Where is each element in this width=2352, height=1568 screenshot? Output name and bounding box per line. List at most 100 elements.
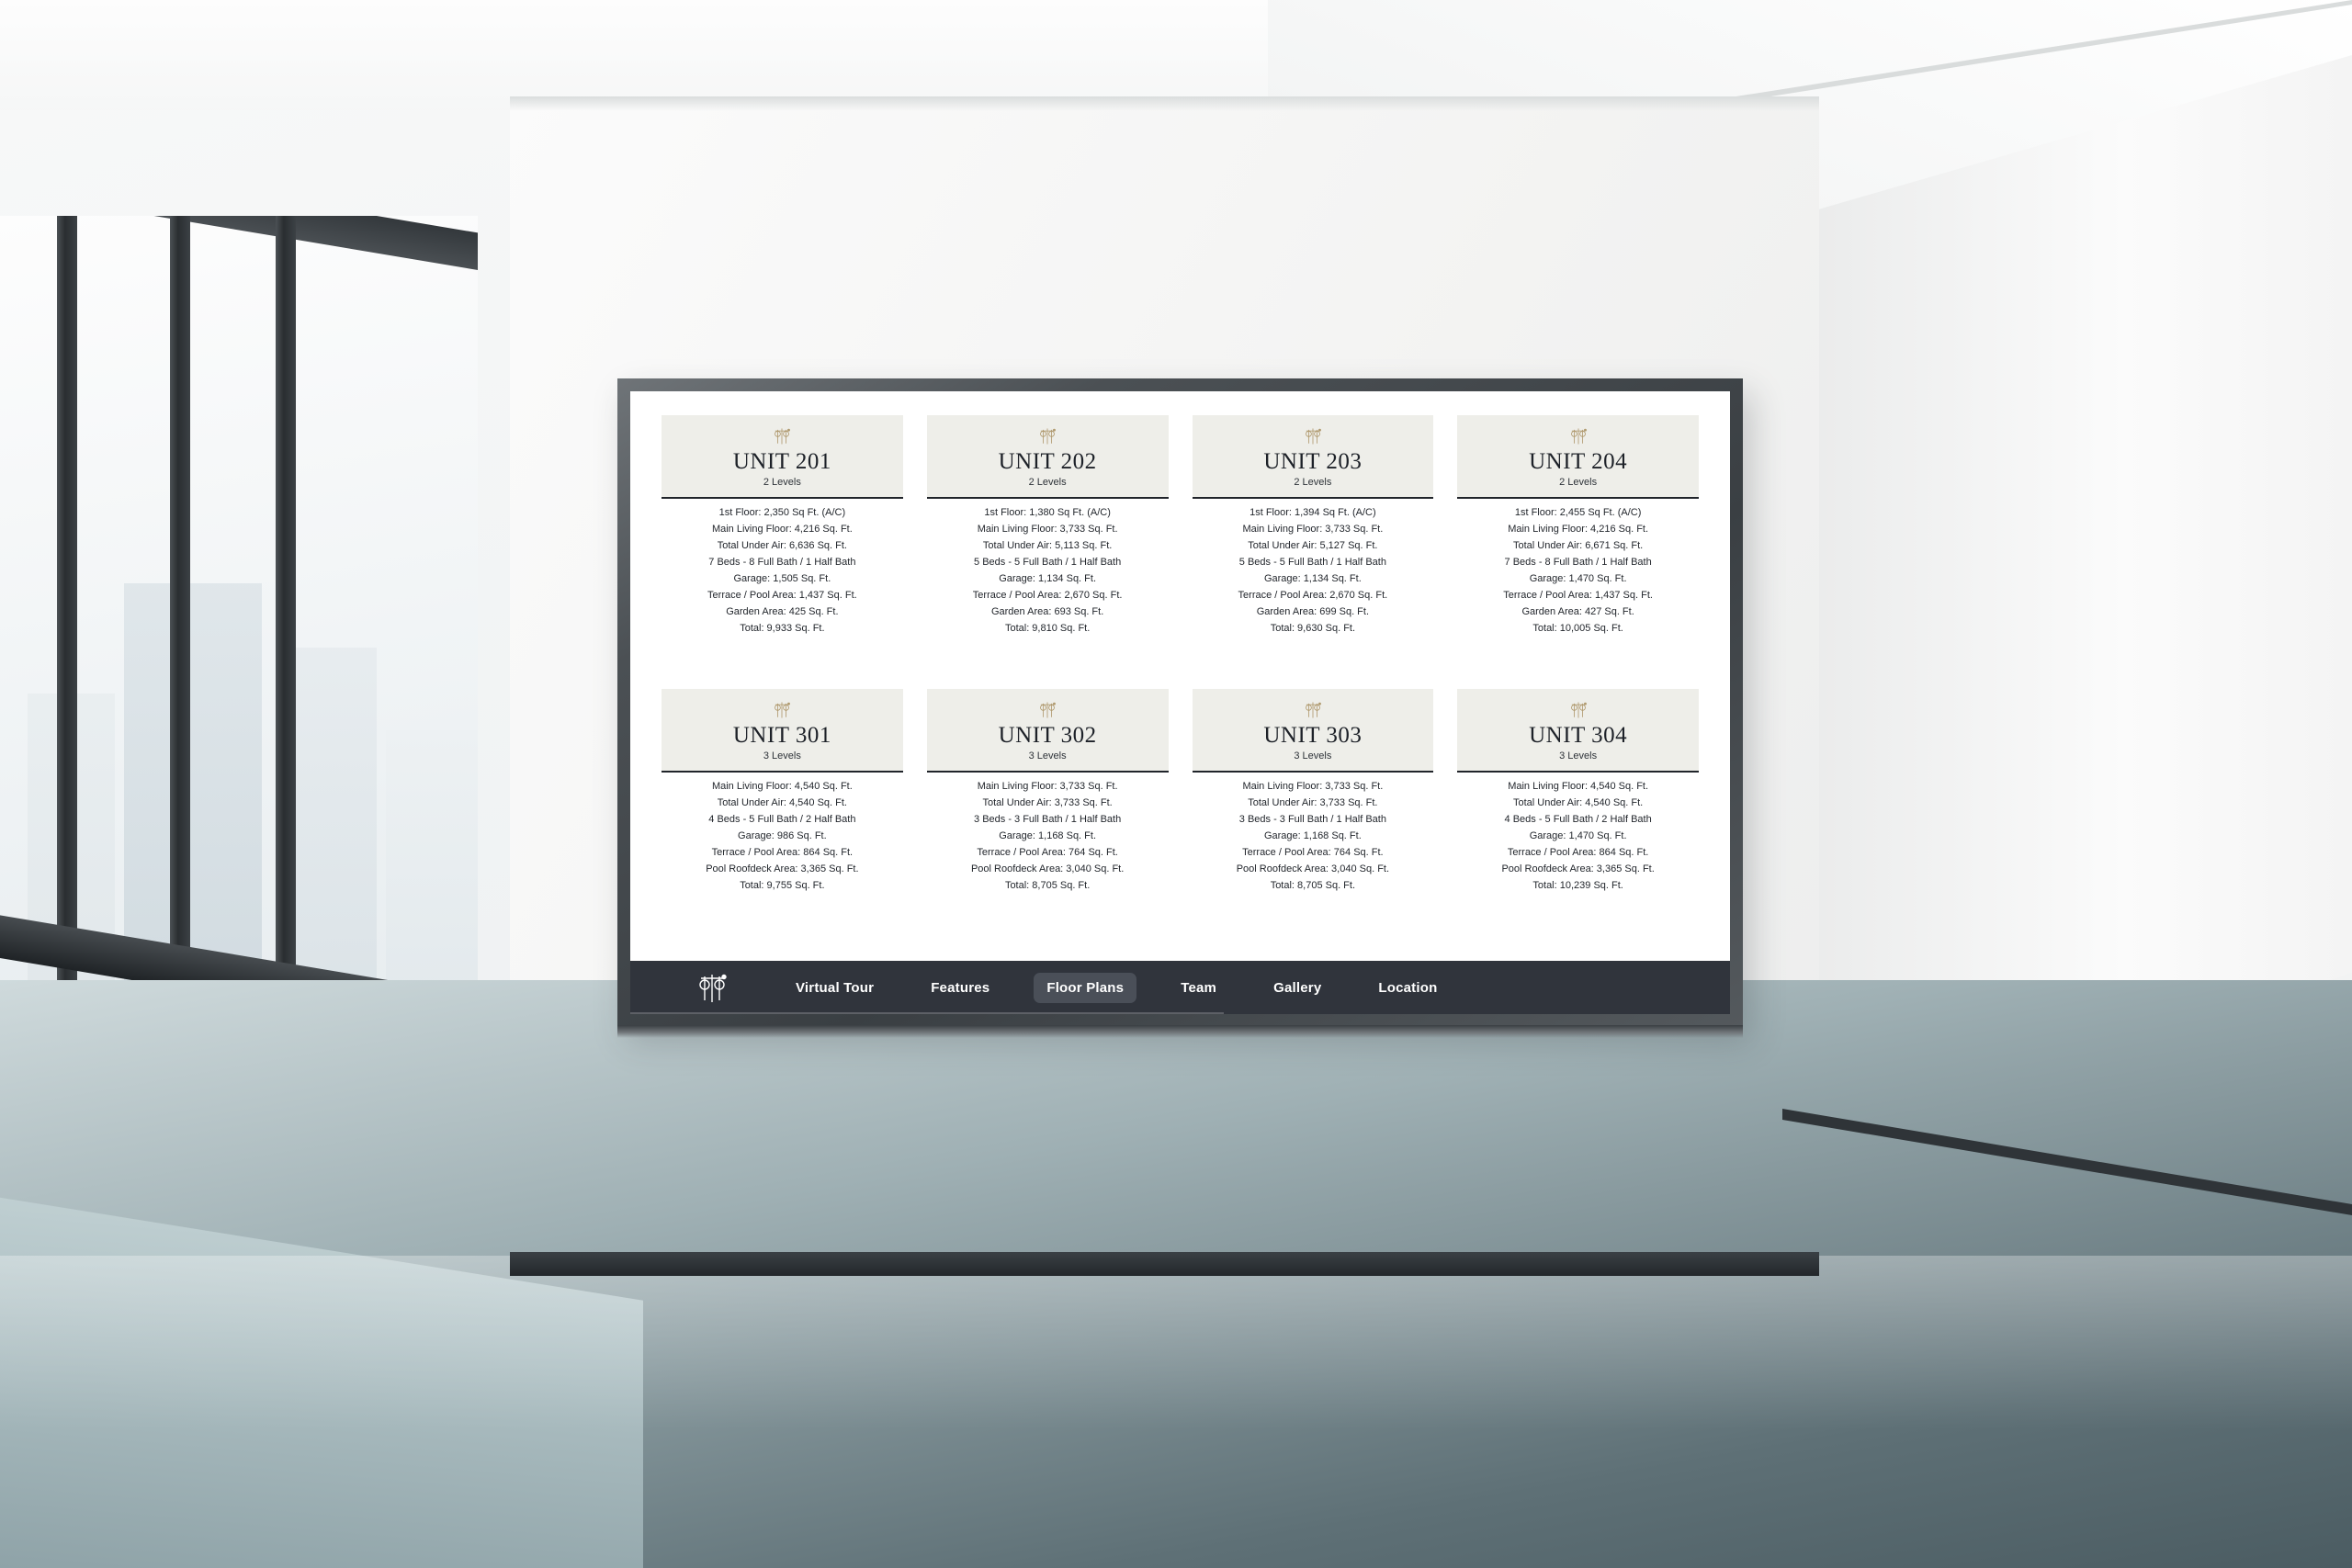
unit-spec-total: Total: 10,239 Sq. Ft. xyxy=(1532,880,1623,892)
back-wall-top-shadow xyxy=(510,96,1819,111)
unit-spec-line: Total Under Air: 3,733 Sq. Ft. xyxy=(982,797,1113,809)
unit-spec-line: 4 Beds - 5 Full Bath / 2 Half Bath xyxy=(708,814,856,826)
unit-spec-line: Garden Area: 425 Sq. Ft. xyxy=(726,606,839,618)
display-frame: UNIT 201 2 Levels 1st Floor: 2,350 Sq Ft… xyxy=(617,378,1743,1038)
unit-specs: 1st Floor: 2,455 Sq Ft. (A/C) Main Livin… xyxy=(1503,499,1653,637)
unit-card-302[interactable]: UNIT 302 3 Levels Main Living Floor: 3,7… xyxy=(926,689,1169,957)
unit-card-header: UNIT 203 2 Levels xyxy=(1192,415,1434,500)
unit-card-header: UNIT 202 2 Levels xyxy=(926,415,1169,500)
unit-spec-line: Main Living Floor: 3,733 Sq. Ft. xyxy=(1242,781,1384,793)
unit-levels: 3 Levels xyxy=(763,750,801,762)
unit-spec-line: Total Under Air: 5,113 Sq. Ft. xyxy=(982,540,1113,552)
unit-spec-line: 7 Beds - 8 Full Bath / 1 Half Bath xyxy=(708,557,856,569)
unit-spec-line: 1st Floor: 1,394 Sq Ft. (A/C) xyxy=(1250,507,1376,519)
unit-spec-line: 1st Floor: 2,350 Sq Ft. (A/C) xyxy=(718,507,846,519)
unit-spec-line: Main Living Floor: 3,733 Sq. Ft. xyxy=(977,781,1118,793)
monogram-logo-icon xyxy=(1040,702,1057,718)
monogram-logo-icon[interactable] xyxy=(693,969,731,1006)
unit-card-header: UNIT 301 3 Levels xyxy=(662,689,903,773)
unit-spec-line: Terrace / Pool Area: 2,670 Sq. Ft. xyxy=(972,590,1123,602)
unit-spec-line: Garage: 986 Sq. Ft. xyxy=(738,830,827,842)
nav-item-floor-plans[interactable]: Floor Plans xyxy=(1034,972,1137,1003)
display-screen: UNIT 201 2 Levels 1st Floor: 2,350 Sq Ft… xyxy=(630,391,1730,1014)
unit-spec-line: Total Under Air: 3,733 Sq. Ft. xyxy=(1248,797,1378,809)
unit-spec-line: Garage: 1,168 Sq. Ft. xyxy=(1263,830,1362,842)
monogram-logo-icon xyxy=(1305,428,1321,445)
unit-spec-line: Main Living Floor: 3,733 Sq. Ft. xyxy=(977,524,1118,536)
nav-item-location[interactable]: Location xyxy=(1365,973,1450,1003)
unit-card-header: UNIT 304 3 Levels xyxy=(1457,689,1699,773)
unit-spec-line: Terrace / Pool Area: 764 Sq. Ft. xyxy=(977,847,1118,859)
unit-spec-line: Total Under Air: 5,127 Sq. Ft. xyxy=(1248,540,1378,552)
unit-title: UNIT 301 xyxy=(732,723,831,748)
unit-card-204[interactable]: UNIT 204 2 Levels 1st Floor: 2,455 Sq Ft… xyxy=(1457,415,1699,683)
unit-card-303[interactable]: UNIT 303 3 Levels Main Living Floor: 3,7… xyxy=(1192,689,1434,957)
unit-card-203[interactable]: UNIT 203 2 Levels 1st Floor: 1,394 Sq Ft… xyxy=(1192,415,1434,683)
unit-spec-line: Total Under Air: 4,540 Sq. Ft. xyxy=(1512,797,1644,809)
monogram-logo-icon xyxy=(1305,702,1321,718)
unit-spec-total: Total: 8,705 Sq. Ft. xyxy=(1004,880,1091,892)
unit-spec-total: Total: 8,705 Sq. Ft. xyxy=(1270,880,1356,892)
nav-item-gallery[interactable]: Gallery xyxy=(1261,973,1334,1003)
unit-spec-line: Terrace / Pool Area: 1,437 Sq. Ft. xyxy=(1503,590,1653,602)
unit-specs: Main Living Floor: 3,733 Sq. Ft. Total U… xyxy=(971,773,1124,894)
unit-spec-line: Garage: 1,134 Sq. Ft. xyxy=(999,573,1097,585)
unit-levels: 3 Levels xyxy=(1559,750,1598,762)
monogram-logo-icon xyxy=(1570,702,1587,718)
unit-spec-line: 3 Beds - 3 Full Bath / 1 Half Bath xyxy=(974,814,1122,826)
unit-title: UNIT 303 xyxy=(1263,723,1363,748)
unit-spec-line: 4 Beds - 5 Full Bath / 2 Half Bath xyxy=(1504,814,1652,826)
unit-divider xyxy=(1226,497,1400,500)
unit-divider xyxy=(960,497,1135,500)
unit-levels: 2 Levels xyxy=(1294,477,1332,489)
unit-spec-line: Garden Area: 693 Sq. Ft. xyxy=(990,606,1104,618)
nav-item-team[interactable]: Team xyxy=(1168,973,1229,1003)
unit-specs: Main Living Floor: 4,540 Sq. Ft. Total U… xyxy=(706,773,858,894)
unit-spec-total: Total: 9,810 Sq. Ft. xyxy=(1004,623,1091,634)
unit-spec-line: Garage: 1,168 Sq. Ft. xyxy=(999,830,1097,842)
unit-spec-total: Total: 9,755 Sq. Ft. xyxy=(740,880,825,892)
unit-spec-line: Main Living Floor: 4,540 Sq. Ft. xyxy=(711,781,853,793)
unit-spec-line: Pool Roofdeck Area: 3,365 Sq. Ft. xyxy=(1501,863,1655,875)
unit-card-header: UNIT 204 2 Levels xyxy=(1457,415,1699,500)
unit-spec-line: Garden Area: 699 Sq. Ft. xyxy=(1256,606,1370,618)
unit-spec-line: Total Under Air: 4,540 Sq. Ft. xyxy=(717,797,847,809)
unit-levels: 2 Levels xyxy=(763,477,801,489)
unit-divider xyxy=(1491,497,1666,500)
unit-card-header: UNIT 302 3 Levels xyxy=(926,689,1169,773)
monogram-logo-icon xyxy=(775,428,791,445)
floor-plans-grid: UNIT 201 2 Levels 1st Floor: 2,350 Sq Ft… xyxy=(630,391,1730,961)
wall-baseboard xyxy=(510,1252,1819,1276)
unit-title: UNIT 304 xyxy=(1529,723,1628,748)
unit-spec-line: Total Under Air: 6,636 Sq. Ft. xyxy=(717,540,847,552)
unit-spec-line: Pool Roofdeck Area: 3,040 Sq. Ft. xyxy=(1236,863,1390,875)
unit-spec-line: 5 Beds - 5 Full Bath / 1 Half Bath xyxy=(974,557,1122,569)
unit-card-301[interactable]: UNIT 301 3 Levels Main Living Floor: 4,5… xyxy=(662,689,903,957)
unit-spec-total: Total: 9,933 Sq. Ft. xyxy=(740,623,825,634)
nav-item-virtual-tour[interactable]: Virtual Tour xyxy=(783,973,887,1003)
unit-card-202[interactable]: UNIT 202 2 Levels 1st Floor: 1,380 Sq Ft… xyxy=(926,415,1169,683)
monogram-logo-icon xyxy=(1570,428,1587,445)
nav-item-features[interactable]: Features xyxy=(918,973,1002,1003)
unit-card-201[interactable]: UNIT 201 2 Levels 1st Floor: 2,350 Sq Ft… xyxy=(662,415,903,683)
unit-spec-total: Total: 10,005 Sq. Ft. xyxy=(1532,623,1623,634)
unit-title: UNIT 203 xyxy=(1263,449,1363,474)
floor-reflection xyxy=(0,1256,2352,1430)
unit-specs: Main Living Floor: 4,540 Sq. Ft. Total U… xyxy=(1501,773,1654,894)
unit-spec-line: Terrace / Pool Area: 1,437 Sq. Ft. xyxy=(707,590,857,602)
unit-specs: Main Living Floor: 3,733 Sq. Ft. Total U… xyxy=(1237,773,1389,894)
unit-card-header: UNIT 201 2 Levels xyxy=(662,415,903,500)
unit-specs: 1st Floor: 2,350 Sq Ft. (A/C) Main Livin… xyxy=(707,499,857,637)
unit-card-304[interactable]: UNIT 304 3 Levels Main Living Floor: 4,5… xyxy=(1457,689,1699,957)
unit-title: UNIT 302 xyxy=(998,723,1097,748)
unit-spec-line: Garage: 1,470 Sq. Ft. xyxy=(1529,573,1627,585)
unit-spec-line: Garden Area: 427 Sq. Ft. xyxy=(1521,606,1634,618)
unit-spec-line: Main Living Floor: 4,540 Sq. Ft. xyxy=(1508,781,1649,793)
unit-spec-line: Terrace / Pool Area: 2,670 Sq. Ft. xyxy=(1238,590,1388,602)
unit-divider xyxy=(695,497,869,500)
unit-spec-total: Total: 9,630 Sq. Ft. xyxy=(1270,623,1356,634)
unit-spec-line: Garage: 1,505 Sq. Ft. xyxy=(733,573,831,585)
unit-specs: 1st Floor: 1,380 Sq Ft. (A/C) Main Livin… xyxy=(973,499,1123,637)
unit-divider xyxy=(1226,771,1400,773)
unit-spec-line: Garage: 1,134 Sq. Ft. xyxy=(1263,573,1362,585)
